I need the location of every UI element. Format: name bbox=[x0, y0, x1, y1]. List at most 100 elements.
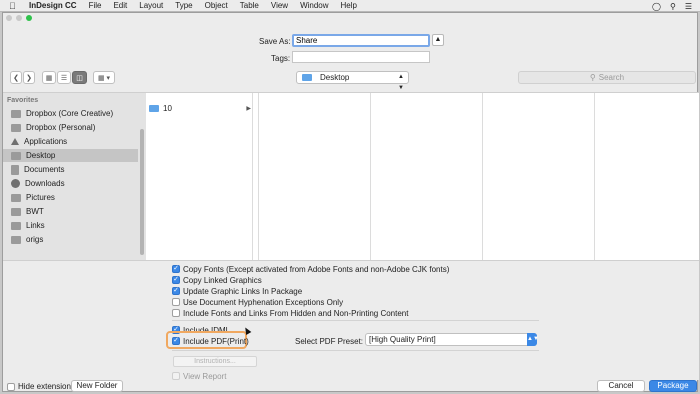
option-label: Use Document Hyphenation Exceptions Only bbox=[183, 297, 344, 307]
tags-label: Tags: bbox=[271, 54, 291, 63]
sidebar-item-dropbox-personal[interactable]: Dropbox (Personal) bbox=[3, 121, 138, 134]
sidebar-item-label: Desktop bbox=[26, 151, 56, 160]
cancel-button[interactable]: Cancel bbox=[597, 380, 645, 392]
column-view-button[interactable]: ◫ bbox=[72, 71, 87, 84]
chevron-updown-icon: ▲▼ bbox=[527, 333, 539, 346]
sidebar-item-bwt[interactable]: BWT bbox=[3, 205, 138, 218]
column-divider[interactable] bbox=[594, 93, 595, 261]
sidebar-item-documents[interactable]: Documents bbox=[3, 163, 138, 176]
sidebar-item-label: origs bbox=[26, 235, 44, 244]
checkbox[interactable]: ✓ bbox=[172, 276, 180, 284]
option-label: Copy Linked Graphics bbox=[183, 275, 262, 285]
menu-help[interactable]: Help bbox=[341, 0, 357, 12]
sidebar-item-dropbox-core[interactable]: Dropbox (Core Creative) bbox=[3, 107, 138, 120]
sidebar-item-label: Downloads bbox=[25, 179, 65, 188]
update-links-option[interactable]: ✓ Update Graphic Links In Package bbox=[172, 286, 302, 296]
menu-list-icon[interactable]: ☰ bbox=[685, 2, 692, 11]
bottom-bar: Hide extension New Folder Cancel Package bbox=[3, 380, 699, 393]
include-pdf-option[interactable]: ✓ Include PDF(Print) bbox=[172, 336, 249, 346]
desktop-icon bbox=[11, 151, 21, 160]
menu-app-name[interactable]: InDesign CC bbox=[29, 0, 77, 12]
menu-view[interactable]: View bbox=[271, 0, 288, 12]
sidebar-item-pictures[interactable]: Pictures bbox=[3, 191, 138, 204]
sidebar-item-label: Links bbox=[26, 221, 45, 230]
save-package-dialog: Save As: ▲ Tags: ❮ ❯ ▦ ☰ ◫ ▦ ▾ Desktop ▲… bbox=[2, 12, 699, 393]
checkbox[interactable] bbox=[172, 298, 180, 306]
folder-icon bbox=[11, 193, 21, 202]
hidden-content-option[interactable]: Include Fonts and Links From Hidden and … bbox=[172, 308, 408, 318]
tags-input[interactable] bbox=[292, 51, 430, 63]
instructions-button[interactable]: Instructions... bbox=[173, 356, 257, 367]
creative-cloud-icon[interactable]: ◯ bbox=[652, 2, 661, 11]
hyphenation-option[interactable]: Use Document Hyphenation Exceptions Only bbox=[172, 297, 343, 307]
column-divider[interactable] bbox=[370, 93, 371, 261]
new-folder-button[interactable]: New Folder bbox=[71, 380, 123, 392]
column-divider bbox=[258, 93, 259, 261]
menu-object[interactable]: Object bbox=[205, 0, 228, 12]
search-icon[interactable]: ⚲ bbox=[670, 2, 676, 11]
minimize-button[interactable] bbox=[16, 15, 22, 21]
sidebar-item-applications[interactable]: Applications bbox=[3, 135, 138, 148]
menu-bar:  InDesign CC File Edit Layout Type Obje… bbox=[0, 0, 700, 12]
location-popup[interactable]: Desktop ▲ ▼ bbox=[296, 71, 409, 91]
sidebar-item-label: Dropbox (Core Creative) bbox=[26, 109, 114, 118]
folder-icon bbox=[149, 105, 159, 112]
copy-fonts-option[interactable]: ✓ Copy Fonts (Except activated from Adob… bbox=[172, 264, 449, 274]
sidebar-item-origs[interactable]: origs bbox=[3, 233, 138, 246]
folder-icon bbox=[11, 235, 21, 244]
icon-view-button[interactable]: ▦ bbox=[42, 71, 56, 84]
window-controls bbox=[6, 15, 32, 21]
menu-type[interactable]: Type bbox=[175, 0, 192, 12]
copy-graphics-option[interactable]: ✓ Copy Linked Graphics bbox=[172, 275, 262, 285]
folder-name: 10 bbox=[163, 104, 172, 113]
column-divider[interactable] bbox=[252, 93, 253, 261]
save-as-input[interactable] bbox=[292, 34, 430, 47]
package-button[interactable]: Package bbox=[649, 380, 697, 392]
sidebar-heading: Favorites bbox=[7, 97, 39, 104]
sidebar-item-label: Pictures bbox=[26, 193, 55, 202]
checkbox[interactable] bbox=[172, 372, 180, 380]
sidebar-item-label: Dropbox (Personal) bbox=[26, 123, 96, 132]
sidebar-item-downloads[interactable]: Downloads bbox=[3, 177, 138, 190]
save-as-label: Save As: bbox=[259, 37, 291, 46]
option-label: Include PDF(Print) bbox=[183, 336, 249, 346]
pdf-preset-select[interactable]: [High Quality Print] ▲▼ bbox=[365, 333, 539, 346]
search-field[interactable]: ⚲ Search bbox=[518, 71, 696, 84]
zoom-button[interactable] bbox=[26, 15, 32, 21]
menu-file[interactable]: File bbox=[89, 0, 102, 12]
list-view-button[interactable]: ☰ bbox=[57, 71, 71, 84]
menu-window[interactable]: Window bbox=[300, 0, 328, 12]
list-item[interactable]: 10 ▶ bbox=[149, 103, 253, 114]
sidebar-item-links[interactable]: Links bbox=[3, 219, 138, 232]
gallery-view-button[interactable]: ▦ ▾ bbox=[93, 71, 115, 84]
forward-button[interactable]: ❯ bbox=[23, 71, 35, 84]
menu-layout[interactable]: Layout bbox=[139, 0, 163, 12]
menu-edit[interactable]: Edit bbox=[113, 0, 127, 12]
apple-icon[interactable]:  bbox=[9, 0, 21, 12]
sidebar-item-label: Documents bbox=[24, 165, 65, 174]
close-button[interactable] bbox=[6, 15, 12, 21]
location-label: Desktop bbox=[320, 73, 350, 82]
sidebar-item-desktop[interactable]: Desktop bbox=[3, 149, 138, 162]
folder-icon bbox=[302, 74, 312, 81]
option-label: Include Fonts and Links From Hidden and … bbox=[183, 308, 409, 318]
chevron-updown-icon: ▲▼ bbox=[398, 74, 404, 91]
hide-extension-option[interactable]: Hide extension bbox=[7, 382, 71, 391]
sidebar-item-label: BWT bbox=[26, 207, 44, 216]
folder-icon bbox=[11, 109, 21, 118]
checkbox[interactable]: ✓ bbox=[172, 287, 180, 295]
back-button[interactable]: ❮ bbox=[10, 71, 22, 84]
sidebar-scrollbar[interactable] bbox=[140, 129, 144, 255]
search-icon: ⚲ bbox=[589, 73, 596, 82]
checkbox[interactable] bbox=[172, 309, 180, 317]
download-icon bbox=[11, 179, 20, 188]
column-divider[interactable] bbox=[482, 93, 483, 261]
checkbox[interactable]: ✓ bbox=[172, 265, 180, 273]
divider bbox=[172, 350, 539, 351]
pdf-preset-label: Select PDF Preset: bbox=[295, 337, 364, 346]
expand-dialog-button[interactable]: ▲ bbox=[432, 34, 444, 46]
checkbox[interactable]: ✓ bbox=[172, 337, 180, 345]
checkbox[interactable] bbox=[7, 382, 15, 391]
menu-table[interactable]: Table bbox=[240, 0, 259, 12]
document-icon bbox=[11, 164, 19, 175]
